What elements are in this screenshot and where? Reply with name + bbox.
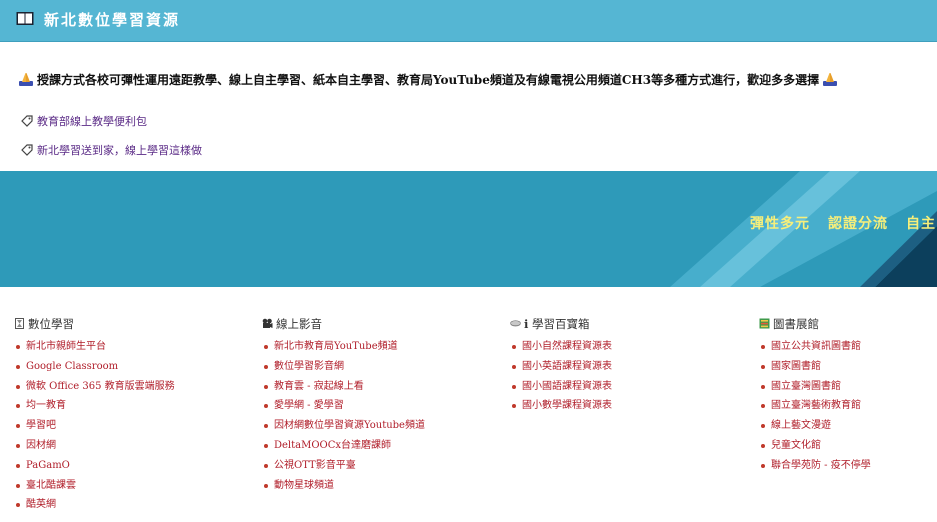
- column-library: 圖書展館 國立公共資訊圖書館 國家圖書館 國立臺灣圖書館 國立臺灣藝術教育館 線…: [759, 316, 937, 479]
- resource-link[interactable]: 因材網數位學習資源Youtube頻道: [274, 420, 425, 431]
- column-heading: 線上影音: [262, 316, 482, 332]
- top-link-learn-at-home[interactable]: 新北學習送到家，線上學習這樣做: [21, 142, 202, 158]
- list-item[interactable]: 數位學習影音網: [264, 360, 482, 380]
- resource-link[interactable]: Google Classroom: [26, 361, 118, 372]
- intro-message: 授課方式各校可彈性運用遠距教學、線上自主學習、紙本自主學習、教育局YouTube…: [19, 71, 838, 88]
- site-title: 新北數位學習資源: [44, 11, 181, 29]
- list-item[interactable]: 國小國語課程資源表: [512, 380, 730, 400]
- link-list: 新北市教育局YouTube頻道 數位學習影音網 教育雲 - 寂起線上看 愛學網 …: [262, 340, 482, 498]
- resource-link[interactable]: 均一教育: [26, 400, 66, 411]
- label-tag-icon: [21, 144, 33, 156]
- column-online-video: 線上影音 新北市教育局YouTube頻道 數位學習影音網 教育雲 - 寂起線上看…: [262, 316, 482, 498]
- resource-link[interactable]: 因材網: [26, 440, 56, 451]
- site-header: 新北數位學習資源: [0, 0, 937, 42]
- resource-link[interactable]: 兒童文化館: [771, 440, 821, 451]
- slogan-item: 彈性多元: [750, 216, 810, 232]
- slogan-item: 認證分流: [828, 216, 888, 232]
- list-item[interactable]: 新北市教育局YouTube頻道: [264, 340, 482, 360]
- column-heading: 數位學習: [14, 316, 234, 332]
- list-item[interactable]: 微軟 Office 365 教育版雲端服務: [16, 380, 234, 400]
- list-item[interactable]: 兒童文化館: [761, 439, 937, 459]
- resource-link[interactable]: PaGamO: [26, 460, 70, 471]
- link-list: 國立公共資訊圖書館 國家圖書館 國立臺灣圖書館 國立臺灣藝術教育館 線上藝文漫遊…: [759, 340, 937, 479]
- column-heading-text: 圖書展館: [773, 317, 819, 331]
- list-item[interactable]: 新北市親師生平台: [16, 340, 234, 360]
- label-tag-icon: [21, 115, 33, 127]
- intro-text: 授課方式各校可彈性運用遠距教學、線上自主學習、紙本自主學習、教育局YouTube…: [37, 73, 820, 87]
- banner-slogan: 彈性多元 認證分流 自主: [750, 213, 937, 233]
- resource-link[interactable]: 國小國語課程資源表: [522, 381, 612, 392]
- resource-link[interactable]: 國立臺灣藝術教育館: [771, 400, 861, 411]
- resource-link[interactable]: 國家圖書館: [771, 361, 821, 372]
- column-learning-toolbox: ℹ 學習百寶箱 國小自然課程資源表 國小英語課程資源表 國小國語課程資源表 國小…: [510, 316, 730, 419]
- resource-link[interactable]: 愛學網 - 愛學習: [274, 400, 344, 411]
- list-item[interactable]: 國立臺灣圖書館: [761, 380, 937, 400]
- resource-link[interactable]: 微軟 Office 365 教育版雲端服務: [26, 381, 175, 392]
- praying-hands-icon: [823, 73, 838, 86]
- list-item[interactable]: 因材網: [16, 439, 234, 459]
- link-list: 新北市親師生平台 Google Classroom 微軟 Office 365 …: [14, 340, 234, 518]
- slogan-item: 自主: [906, 216, 936, 232]
- resource-link[interactable]: 動物星球頻道: [274, 480, 334, 491]
- praying-hands-icon: [19, 73, 33, 86]
- link-list: 國小自然課程資源表 國小英語課程資源表 國小國語課程資源表 國小數學課程資源表: [510, 340, 730, 419]
- resource-link[interactable]: 酷英網: [26, 499, 56, 510]
- list-item[interactable]: 因材網數位學習資源Youtube頻道: [264, 419, 482, 439]
- resource-link[interactable]: 國小自然課程資源表: [522, 341, 612, 352]
- disc-icon: [510, 320, 521, 327]
- list-item[interactable]: Google Classroom: [16, 360, 234, 380]
- resource-link[interactable]: 國立臺灣圖書館: [771, 381, 841, 392]
- top-link-label[interactable]: 新北學習送到家，線上學習這樣做: [37, 144, 202, 157]
- resource-link[interactable]: 國小英語課程資源表: [522, 361, 612, 372]
- resource-link[interactable]: 公視OTT影音平臺: [274, 460, 356, 471]
- column-heading: ℹ 學習百寶箱: [510, 316, 730, 332]
- column-heading-text: ℹ 學習百寶箱: [524, 317, 590, 331]
- column-heading: 圖書展館: [759, 316, 937, 332]
- hero-banner: 彈性多元 認證分流 自主: [0, 171, 937, 287]
- resource-link[interactable]: 臺北酷課雲: [26, 480, 76, 491]
- list-item[interactable]: 國立公共資訊圖書館: [761, 340, 937, 360]
- top-link-label[interactable]: 教育部線上教學便利包: [37, 115, 147, 128]
- resource-link[interactable]: 國立公共資訊圖書館: [771, 341, 861, 352]
- list-item[interactable]: 國小數學課程資源表: [512, 399, 730, 419]
- resource-link[interactable]: 教育雲 - 寂起線上看: [274, 381, 364, 392]
- list-item[interactable]: 學習吧: [16, 419, 234, 439]
- top-link-moe-toolkit[interactable]: 教育部線上教學便利包: [21, 113, 147, 129]
- list-item[interactable]: DeltaMOOCx台達磨課師: [264, 439, 482, 459]
- resource-link[interactable]: 線上藝文漫遊: [771, 420, 831, 431]
- resource-link[interactable]: DeltaMOOCx台達磨課師: [274, 440, 391, 451]
- list-item[interactable]: 酷英網: [16, 498, 234, 518]
- resource-link[interactable]: 數位學習影音網: [274, 361, 344, 372]
- film-camera-icon: [262, 318, 273, 328]
- column-heading-text: 數位學習: [28, 317, 74, 331]
- resource-link[interactable]: 聯合學苑防 - 疫不停學: [771, 460, 871, 471]
- open-book-icon: [16, 12, 34, 25]
- list-item[interactable]: 聯合學苑防 - 疫不停學: [761, 459, 937, 479]
- list-item[interactable]: 線上藝文漫遊: [761, 419, 937, 439]
- list-item[interactable]: 愛學網 - 愛學習: [264, 399, 482, 419]
- hourglass-icon: [15, 318, 24, 329]
- column-heading-text: 線上影音: [276, 317, 322, 331]
- resource-link[interactable]: 國小數學課程資源表: [522, 400, 612, 411]
- list-item[interactable]: 公視OTT影音平臺: [264, 459, 482, 479]
- list-item[interactable]: 臺北酷課雲: [16, 479, 234, 499]
- resource-link[interactable]: 新北市教育局YouTube頻道: [274, 341, 398, 352]
- list-item[interactable]: 國家圖書館: [761, 360, 937, 380]
- list-item[interactable]: PaGamO: [16, 459, 234, 479]
- list-item[interactable]: 國小英語課程資源表: [512, 360, 730, 380]
- list-item[interactable]: 國立臺灣藝術教育館: [761, 399, 937, 419]
- list-item[interactable]: 動物星球頻道: [264, 479, 482, 499]
- resource-link[interactable]: 學習吧: [26, 420, 56, 431]
- column-digital-learning: 數位學習 新北市親師生平台 Google Classroom 微軟 Office…: [14, 316, 234, 518]
- list-item[interactable]: 均一教育: [16, 399, 234, 419]
- books-icon: [759, 318, 770, 329]
- list-item[interactable]: 國小自然課程資源表: [512, 340, 730, 360]
- resource-link[interactable]: 新北市親師生平台: [26, 341, 106, 352]
- list-item[interactable]: 教育雲 - 寂起線上看: [264, 380, 482, 400]
